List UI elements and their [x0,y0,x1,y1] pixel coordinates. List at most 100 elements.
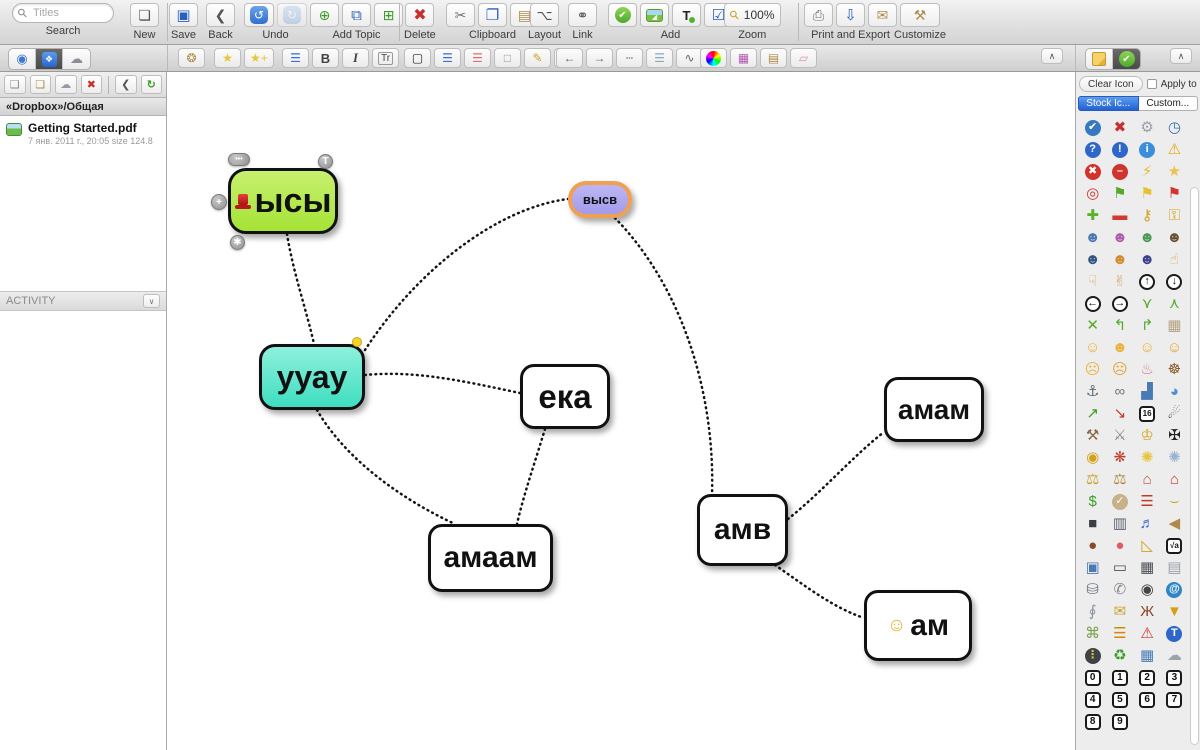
mindmap-node-amaam[interactable]: амаам [428,524,553,592]
mindmap-node-eka[interactable]: ека [520,364,610,429]
shop-icon[interactable]: ⌂ [1161,469,1188,490]
digit-8-icon[interactable]: 8 [1079,711,1106,732]
turn-left-arrow-icon[interactable]: ↰ [1106,315,1133,336]
users-icon[interactable]: ☻ [1134,227,1161,248]
paperclip-icon[interactable]: ∮ [1079,601,1106,622]
lock-icon[interactable]: ⚿ [1161,205,1188,226]
envelope-icon[interactable]: ✉ [1106,601,1133,622]
wink-icon[interactable]: ☺ [1134,337,1161,358]
zoom-button[interactable]: ⚲ 100% [724,3,781,27]
more-handle[interactable]: ••• [228,153,250,166]
football-icon[interactable]: ● [1079,535,1106,556]
copy-style-button[interactable]: ▤ [760,48,787,68]
chart-up-icon[interactable]: ↗ [1079,403,1106,424]
flag-yellow-icon[interactable]: ⚑ [1134,183,1161,204]
handshake-icon[interactable]: ✌ [1106,271,1133,292]
merge-arrows-icon[interactable]: ⋏ [1161,293,1188,314]
check-circle-icon[interactable]: ✔ [1079,117,1106,138]
add-task-button[interactable]: ✔ [608,3,637,27]
digit-7-icon[interactable]: 7 [1161,689,1188,710]
undo-button[interactable]: ↺ [244,3,274,27]
cross-icon[interactable]: ✠ [1161,425,1188,446]
digit-6-icon[interactable]: 6 [1134,689,1161,710]
bold-button[interactable]: B [312,48,339,68]
arrow-up-circle-icon[interactable]: ↑ [1134,271,1161,292]
keypad-icon[interactable]: ▦ [1134,557,1161,578]
add-image-button[interactable]: ◢ [640,3,669,27]
thumb-up-icon[interactable]: ☝ [1161,249,1188,270]
user-business-icon[interactable]: ☻ [1161,227,1188,248]
user-police-icon[interactable]: ☻ [1079,249,1106,270]
shield-icon[interactable]: ▼ [1161,601,1188,622]
icloud-segment-button[interactable]: ◉ [9,49,36,69]
new-button[interactable]: ❏ [130,3,159,27]
digit-0-icon[interactable]: 0 [1079,667,1106,688]
books-icon[interactable]: ☰ [1134,491,1161,512]
customize-button[interactable]: ⚒ [900,3,940,27]
cross-arrows-icon[interactable]: ✕ [1079,315,1106,336]
calendar-16-icon[interactable]: 16 [1134,403,1161,424]
mindmap-node-uuau[interactable]: ууау [259,344,365,410]
crown-icon[interactable]: ♔ [1134,425,1161,446]
road-warning-icon[interactable]: ⚠ [1134,623,1161,644]
split-arrows-icon[interactable]: ⋎ [1134,293,1161,314]
flag-green-icon[interactable]: ⚑ [1106,183,1133,204]
scales-tilted-icon[interactable]: ⚖ [1106,469,1133,490]
bulb-on-icon[interactable]: ✺ [1134,447,1161,468]
line-weight-button[interactable]: ☰ [646,48,673,68]
add-text-button[interactable]: T [672,3,701,27]
music-note-icon[interactable]: ♬ [1134,513,1161,534]
dash-style-button[interactable]: ┄ [616,48,643,68]
new-image-file-button[interactable]: ❏ [30,75,52,94]
clear-icon-button[interactable]: Clear Icon [1079,76,1143,92]
house-icon[interactable]: ⌂ [1134,469,1161,490]
dollar-icon[interactable]: $ [1079,491,1106,512]
user-blue-icon[interactable]: ☻ [1079,227,1106,248]
node-marker-dot[interactable] [352,337,362,347]
mindmap-canvas[interactable]: ысы•••T+✱ууаувысвекаамаамамвамам☺ам [167,72,1075,750]
add-subtopic-button[interactable]: ⧉ [342,3,371,27]
digit-2-icon[interactable]: 2 [1134,667,1161,688]
dropbox-segment-button[interactable]: ❖ [36,49,63,69]
text-handle[interactable]: T [318,154,333,169]
save-button[interactable]: ▣ [169,3,198,27]
user-worker-icon[interactable]: ☻ [1106,249,1133,270]
rosette-icon[interactable]: ❋ [1106,447,1133,468]
target-icon[interactable]: ◎ [1079,183,1106,204]
minus-circle-icon[interactable]: – [1106,161,1133,182]
tab-custom-icons[interactable]: Custom... [1139,96,1199,111]
mindmap-node-amam[interactable]: амам [884,377,984,442]
icons-panel-button[interactable]: ✔ [1113,49,1140,69]
cloud-icon[interactable]: ☁ [1161,645,1188,666]
formula-icon[interactable]: √a [1161,535,1188,556]
laptop-icon[interactable]: ▭ [1106,557,1133,578]
star-icon[interactable]: ★ [1161,161,1188,182]
basket-check-icon[interactable]: ✓ [1106,491,1133,512]
speaker-icon[interactable]: ◀ [1161,513,1188,534]
send-email-button[interactable]: ✉ [868,3,897,27]
sword-icon[interactable]: ⚔ [1106,425,1133,446]
apply-checkbox[interactable] [1147,79,1157,89]
fill-style-button[interactable]: ☰ [434,48,461,68]
italic-button[interactable]: I [342,48,369,68]
delete-x-icon[interactable]: ✖ [1106,117,1133,138]
set-square-icon[interactable]: ◺ [1134,535,1161,556]
delete-file-button[interactable]: ✖ [81,75,103,94]
thumb-down-icon[interactable]: ☟ [1079,271,1106,292]
computer-icon[interactable]: ▣ [1079,557,1106,578]
ship-wheel-icon[interactable]: ☸ [1161,359,1188,380]
presentation-board-icon[interactable]: ■ [1079,513,1106,534]
cancel-icon[interactable]: ✖ [1079,161,1106,182]
cake-icon[interactable]: ♨ [1134,359,1161,380]
camera-icon[interactable]: ◉ [1134,579,1161,600]
sync-button[interactable]: ↻ [141,75,163,94]
new-file-button[interactable]: ❏ [4,75,26,94]
mindmap-node-amv[interactable]: амв [697,494,788,566]
crying-icon[interactable]: ☹ [1106,359,1133,380]
mindmap-node-am[interactable]: ☺ам [864,590,972,661]
add-favorite-button[interactable]: ★+ [244,48,274,68]
digit-1-icon[interactable]: 1 [1106,667,1133,688]
back-folder-button[interactable]: ❮ [115,75,137,94]
user-graduate-icon[interactable]: ☻ [1134,249,1161,270]
color-wheel-button[interactable] [700,48,727,68]
